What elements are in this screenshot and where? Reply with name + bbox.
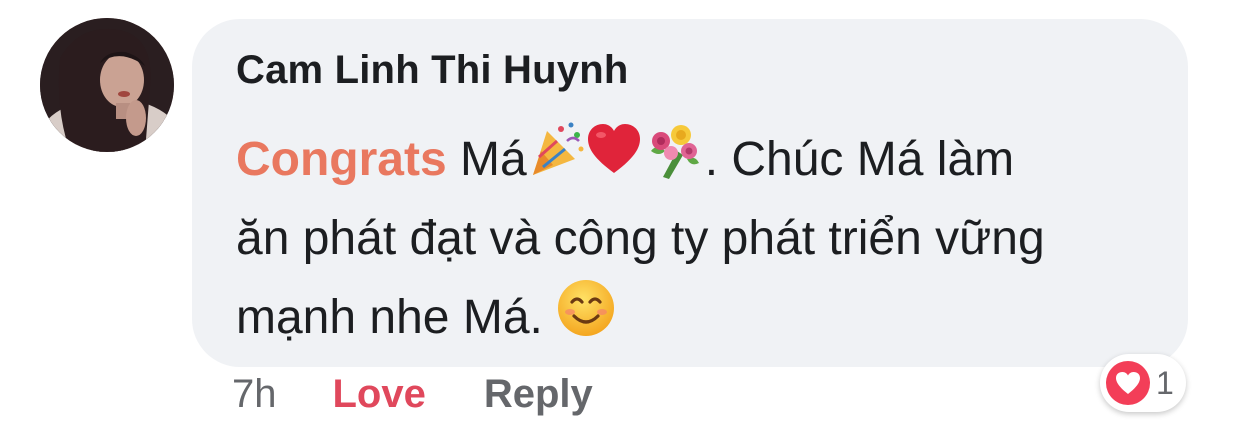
comment-text-segment: mạnh nhe Má. — [236, 291, 557, 344]
comment-line-3: mạnh nhe Má. — [236, 278, 1166, 357]
reaction-count: 1 — [1156, 364, 1174, 401]
smiling-face-icon — [556, 278, 616, 362]
comment-timestamp[interactable]: 7h — [232, 372, 277, 416]
love-button[interactable]: Love — [333, 372, 426, 416]
comment-text-segment: Má — [446, 133, 527, 186]
reaction-summary[interactable]: 1 — [1100, 354, 1186, 412]
comment-text: Congrats Má . Chúc Má làm ăn phát đạt và… — [236, 120, 1166, 357]
party-popper-icon — [527, 121, 585, 203]
comment-actions: 7h Love Reply — [232, 372, 593, 417]
heart-reaction-icon — [1106, 361, 1150, 405]
highlighted-word[interactable]: Congrats — [236, 133, 447, 186]
avatar-photo — [40, 18, 174, 152]
avatar[interactable] — [40, 18, 174, 152]
comment-item: Cam Linh Thi Huynh Congrats Má . Chúc Má… — [0, 0, 1242, 432]
comment-text-segment: . Chúc Má làm — [704, 133, 1015, 186]
comment-line-2: ăn phát đạt và công ty phát triển vững — [236, 212, 1045, 265]
comment-author-name[interactable]: Cam Linh Thi Huynh — [236, 48, 628, 93]
red-heart-icon — [585, 121, 643, 203]
comment-line-1: Congrats Má . Chúc Má làm — [236, 120, 1166, 199]
bouquet-icon — [643, 121, 705, 203]
reply-button[interactable]: Reply — [484, 372, 593, 416]
